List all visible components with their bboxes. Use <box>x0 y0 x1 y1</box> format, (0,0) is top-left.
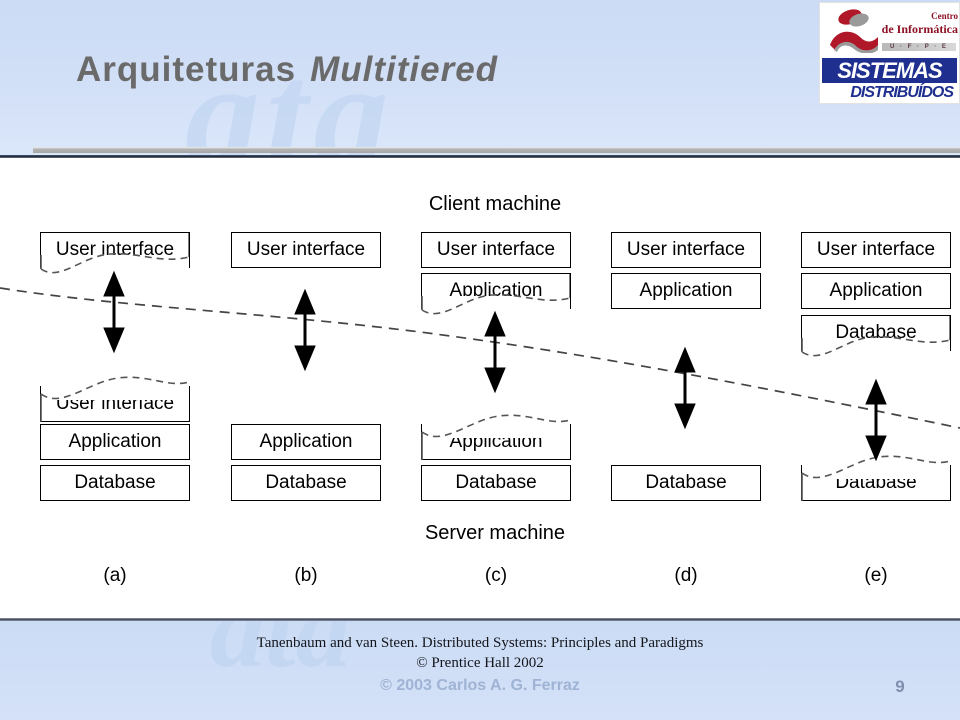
box-d-server-db: Database <box>611 465 761 501</box>
logo-text-block: Centro de Informática <box>872 9 958 36</box>
box-a-server-ui: User interface <box>40 386 190 422</box>
arrow-e <box>865 378 887 462</box>
arrow-b <box>294 288 316 372</box>
logo-distribuidos-text: DISTRIBUÍDOS <box>822 83 957 102</box>
footer-citation-line1: Tanenbaum and van Steen. Distributed Sys… <box>256 635 704 651</box>
multitiered-architecture-diagram: Client machine Server machine User inter… <box>0 160 960 615</box>
slide-header: ata Centro de Informática U · F · P · E … <box>0 0 960 158</box>
institution-logo: Centro de Informática U · F · P · E SIST… <box>819 2 960 104</box>
page-title: Arquiteturas Multitiered <box>76 50 796 90</box>
logo-sistemas-distribuidos: SISTEMAS DISTRIBUÍDOS <box>820 57 959 103</box>
logo-centro-text: Centro <box>931 11 958 21</box>
slide: ata Centro de Informática U · F · P · E … <box>0 0 960 720</box>
box-a-server-db: Database <box>40 465 190 501</box>
box-e-client-ui: User interface <box>801 232 951 268</box>
page-title-italic: Multitiered <box>310 50 499 89</box>
box-e-server-db: Database <box>801 465 951 501</box>
box-a-server-app: Application <box>40 424 190 460</box>
box-c-client-ui: User interface <box>421 232 571 268</box>
logo-informatica-text: de Informática <box>881 22 958 36</box>
caption-e: (e) <box>864 565 888 586</box>
arrow-d <box>674 346 696 430</box>
caption-a: (a) <box>103 565 127 586</box>
header-accent-bar <box>33 147 960 153</box>
box-b-client-ui: User interface <box>231 232 381 268</box>
box-c-client-app: Application <box>421 273 571 309</box>
logo-ufpe-text: U · F · P · E <box>882 43 956 51</box>
box-d-client-app: Application <box>611 273 761 309</box>
header-divider <box>0 155 960 158</box>
caption-d: (d) <box>674 565 698 586</box>
box-e-client-db: Database <box>801 315 951 351</box>
client-machine-label: Client machine <box>428 193 562 215</box>
server-machine-label: Server machine <box>424 522 566 544</box>
logo-sistemas-text: SISTEMAS <box>822 58 957 83</box>
page-number: 9 <box>895 677 905 696</box>
box-c-server-app: Application <box>421 424 571 460</box>
box-d-client-ui: User interface <box>611 232 761 268</box>
page-title-main: Arquiteturas <box>76 50 297 89</box>
box-b-server-db: Database <box>231 465 381 501</box>
box-c-server-db: Database <box>421 465 571 501</box>
box-a-client-ui: User interface <box>40 232 190 268</box>
caption-b: (b) <box>294 565 318 586</box>
slide-footer: ata Tanenbaum and van Steen. Distributed… <box>0 621 960 720</box>
box-e-client-app: Application <box>801 273 951 309</box>
caption-c: (c) <box>484 565 508 586</box>
footer-copyright: © 2003 Carlos A. G. Ferraz <box>380 677 580 694</box>
arrow-a <box>103 270 125 354</box>
footer-citation-line2: © Prentice Hall 2002 <box>416 655 544 671</box>
logo-centro-informatica: Centro de Informática U · F · P · E <box>820 3 959 59</box>
box-b-server-app: Application <box>231 424 381 460</box>
arrow-c <box>484 310 506 394</box>
